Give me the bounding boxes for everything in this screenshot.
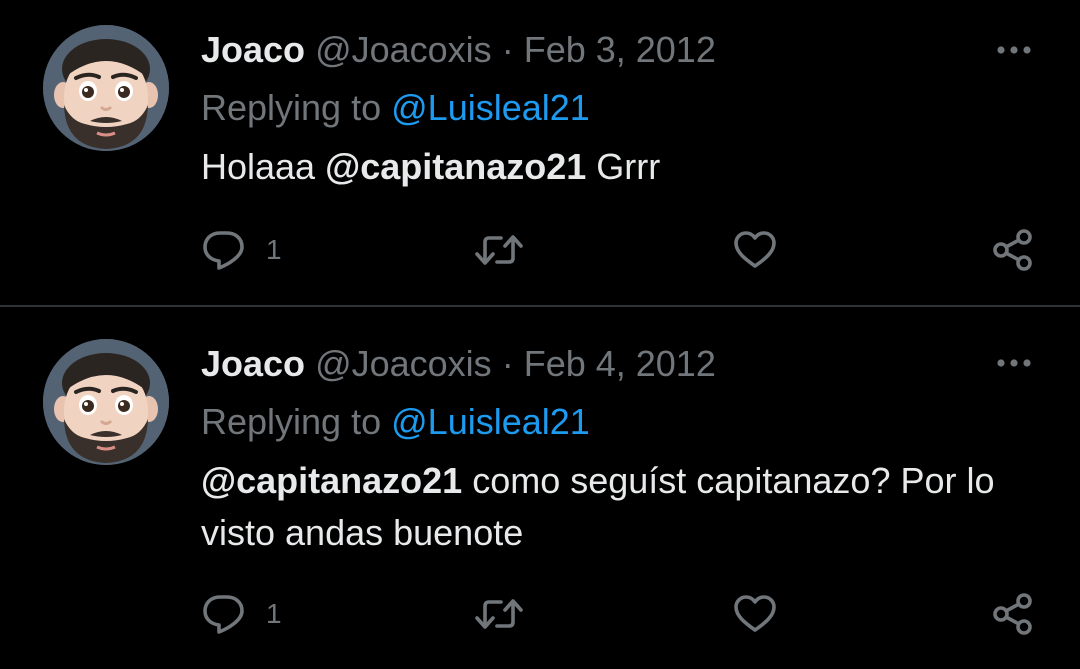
more-horizontal-icon: [997, 359, 1031, 367]
author-name[interactable]: Joaco: [201, 343, 305, 384]
share-icon: [993, 229, 1032, 271]
share-button[interactable]: [992, 592, 1036, 636]
tweet[interactable]: Joaco @Joacoxis · Feb 3, 2012 Replying t…: [0, 0, 1080, 306]
mention-link[interactable]: @capitanazo21: [325, 146, 586, 187]
retweet-icon: [475, 235, 523, 265]
reply-button[interactable]: 1: [202, 592, 282, 636]
tweet-date[interactable]: Feb 3, 2012: [524, 29, 716, 70]
retweet-button[interactable]: [474, 592, 524, 636]
tweet[interactable]: Joaco @Joacoxis · Feb 4, 2012 Replying t…: [0, 307, 1080, 669]
replying-to: Replying to @Luisleal21: [201, 86, 590, 130]
reply-button[interactable]: 1: [202, 228, 282, 272]
share-icon: [993, 593, 1032, 635]
heart-icon: [734, 231, 776, 268]
replying-to-link[interactable]: @Luisleal21: [391, 401, 590, 442]
avatar[interactable]: [43, 339, 169, 465]
tweet-text-before: Holaaa: [201, 146, 326, 187]
header-separator: ·: [501, 29, 514, 70]
action-bar: 1: [0, 226, 1080, 276]
more-horizontal-icon: [997, 46, 1031, 54]
author-name[interactable]: Joaco: [201, 29, 305, 70]
tweet-date[interactable]: Feb 4, 2012: [524, 343, 716, 384]
mention-link[interactable]: @capitanazo21: [201, 460, 462, 501]
reply-count: 1: [266, 234, 282, 265]
replying-to: Replying to @Luisleal21: [201, 400, 590, 444]
reply-count: 1: [266, 598, 282, 629]
header-separator: ·: [501, 343, 514, 384]
memoji-avatar-icon: [43, 339, 169, 465]
action-bar: 1: [0, 590, 1080, 640]
share-button[interactable]: [992, 228, 1036, 272]
replying-to-label: Replying to: [201, 401, 382, 442]
tweet-text: Holaaa @capitanazo21 Grrr: [201, 141, 1041, 193]
author-handle[interactable]: @Joacoxis: [315, 29, 492, 70]
tweet-header: Joaco @Joacoxis · Feb 3, 2012: [201, 28, 716, 72]
reply-bubble-icon: [203, 231, 244, 270]
author-handle[interactable]: @Joacoxis: [315, 343, 492, 384]
tweet-header: Joaco @Joacoxis · Feb 4, 2012: [201, 342, 716, 386]
tweet-text-after: Grrr: [586, 146, 661, 187]
avatar[interactable]: [43, 25, 169, 151]
more-options-button[interactable]: [994, 38, 1034, 62]
tweet-text: @capitanazo21 como seguíst capitanazo? P…: [201, 455, 1041, 559]
like-button[interactable]: [733, 592, 777, 636]
memoji-avatar-icon: [43, 25, 169, 151]
retweet-icon: [475, 599, 523, 629]
heart-icon: [734, 595, 776, 632]
retweet-button[interactable]: [474, 228, 524, 272]
like-button[interactable]: [733, 228, 777, 272]
reply-bubble-icon: [203, 595, 244, 634]
replying-to-label: Replying to: [201, 87, 382, 128]
replying-to-link[interactable]: @Luisleal21: [391, 87, 590, 128]
more-options-button[interactable]: [994, 351, 1034, 375]
